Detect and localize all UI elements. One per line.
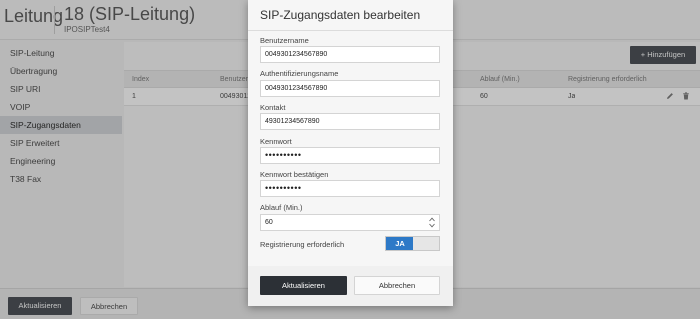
password-confirm-label: Kennwort bestätigen [260, 170, 329, 179]
stepper-arrows-icon [429, 217, 435, 228]
username-label: Benutzername [260, 36, 309, 45]
dialog-update-button[interactable]: Aktualisieren [260, 276, 347, 295]
auth-name-field[interactable]: 0049301234567890 [260, 80, 440, 97]
expiry-field[interactable]: 60 [260, 214, 440, 231]
dialog-cancel-button[interactable]: Abbrechen [354, 276, 440, 295]
expiry-value: 60 [265, 219, 273, 226]
registration-toggle[interactable]: JA [385, 236, 440, 251]
auth-name-label: Authentifizierungsname [260, 69, 339, 78]
password-confirm-field[interactable]: •••••••••• [260, 180, 440, 197]
contact-label: Kontakt [260, 103, 286, 112]
password-field[interactable]: •••••••••• [260, 147, 440, 164]
edit-credentials-dialog: SIP-Zugangsdaten bearbeiten Benutzername… [248, 0, 453, 306]
expiry-stepper[interactable] [428, 216, 436, 229]
password-label: Kennwort [260, 137, 292, 146]
username-field[interactable]: 0049301234567890 [260, 46, 440, 63]
toggle-on-label: JA [386, 237, 414, 250]
contact-field[interactable]: 49301234567890 [260, 113, 440, 130]
expiry-label: Ablauf (Min.) [260, 203, 303, 212]
dialog-title: SIP-Zugangsdaten bearbeiten [260, 8, 421, 22]
dialog-footer: Aktualisieren Abbrechen [248, 266, 453, 306]
dialog-divider [248, 30, 453, 31]
toggle-off-half [413, 237, 439, 250]
registration-label: Registrierung erforderlich [260, 240, 345, 249]
